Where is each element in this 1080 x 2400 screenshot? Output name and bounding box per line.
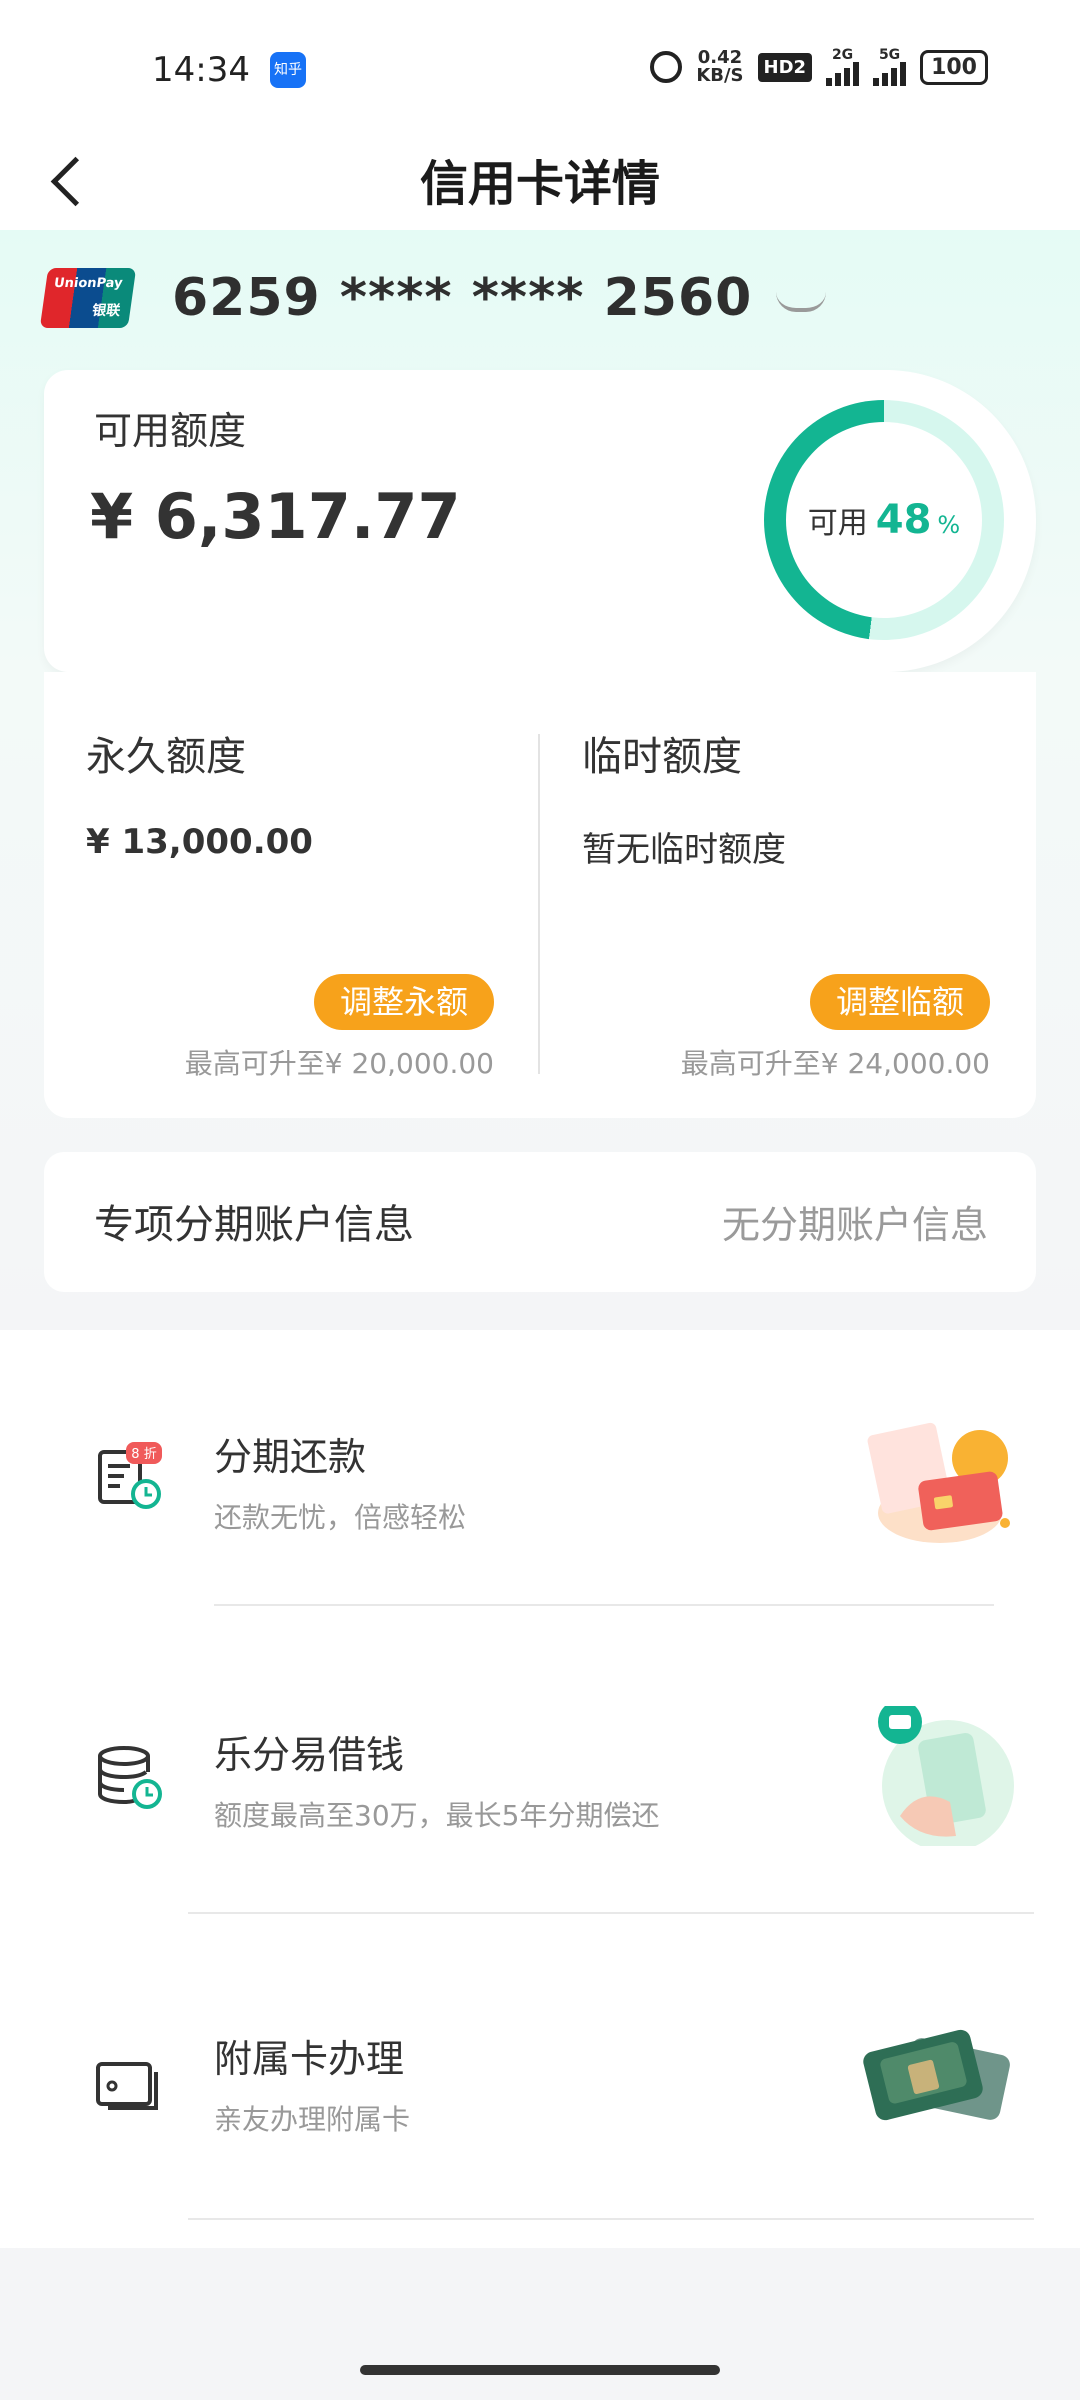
available-credit-card: 可用额度 ¥ 6,317.77 可用 48 %: [44, 370, 1036, 672]
ring-percent-sign: %: [937, 511, 961, 539]
service-supplementary-card[interactable]: 附属卡办理 亲友办理附属卡: [0, 1942, 1080, 2248]
hd-icon: HD2: [757, 52, 813, 82]
signal-5g-icon: 5G: [873, 48, 907, 86]
card-icon: [96, 2062, 158, 2110]
temporary-quota-title: 临时额度: [582, 734, 742, 780]
service-desc: 亲友办理附属卡: [214, 2103, 411, 2136]
service-installment-repayment[interactable]: 8 折 分期还款 还款无忧，倍感轻松: [0, 1330, 1080, 1636]
temporary-quota: 临时额度 暂无临时额度 调整临额 最高可升至¥ 24,000.00: [540, 672, 1036, 1118]
page-title: 信用卡详情: [419, 156, 660, 212]
installment-bill-icon: 8 折: [98, 1442, 162, 1509]
services-list: 8 折 分期还款 还款无忧，倍感轻松 乐分易借钱 额度最高至30万，最长5年分期…: [0, 1330, 1080, 2248]
battery-icon: 100: [920, 49, 988, 85]
ring-label: 可用: [807, 506, 868, 541]
available-credit-label: 可用额度: [94, 409, 247, 453]
ring-percent: 48: [875, 497, 932, 543]
network-speed: 0.42 KB/S: [696, 47, 744, 86]
eye-closed-icon[interactable]: [776, 292, 827, 312]
signal-2g-icon: 2G: [826, 48, 860, 86]
adjust-temporary-button[interactable]: 调整临额: [809, 974, 990, 1030]
available-credit-amount: ¥ 6,317.77: [90, 480, 461, 553]
service-name: 分期还款: [214, 1435, 367, 1479]
discount-badge: 8 折: [131, 1447, 156, 1462]
service-desc: 还款无忧，倍感轻松: [214, 1501, 467, 1534]
installment-illustration: [867, 1422, 1010, 1543]
installment-account-value: 无分期账户信息: [721, 1203, 988, 1247]
unionpay-logo: UnionPay 银联: [39, 268, 137, 328]
card-illustration: [863, 2029, 1010, 2121]
status-bar: 14:34 知乎 0.42 KB/S HD2 2G 5G 100: [0, 0, 1080, 130]
status-time: 14:34: [152, 50, 250, 90]
permanent-quota-title: 永久额度: [86, 734, 246, 780]
service-lefenyi-loan[interactable]: 乐分易借钱 额度最高至30万，最长5年分期偿还: [0, 1636, 1080, 1942]
temporary-quota-value: 暂无临时额度: [582, 830, 786, 870]
divider: [188, 1912, 1034, 1914]
coin-stack-icon: [98, 1746, 162, 1809]
permanent-quota-max: 最高可升至¥ 20,000.00: [184, 1047, 494, 1080]
card-number: 6259 **** **** 2560: [172, 268, 753, 328]
temporary-quota-max: 最高可升至¥ 24,000.00: [680, 1047, 990, 1080]
status-icons: 0.42 KB/S HD2 2G 5G 100: [650, 48, 988, 86]
zhihu-app-icon: 知乎: [270, 52, 306, 88]
header: 信用卡详情: [0, 130, 1080, 230]
permanent-quota-value: ¥ 13,000.00: [86, 822, 313, 862]
service-name: 乐分易借钱: [214, 1733, 405, 1777]
permanent-quota: 永久额度 ¥ 13,000.00 调整永额 最高可升至¥ 20,000.00: [44, 672, 540, 1118]
divider: [188, 2218, 1034, 2220]
adjust-permanent-button[interactable]: 调整永额: [313, 974, 494, 1030]
available-ratio-ring: 可用 48 %: [764, 400, 1004, 640]
installment-account-label: 专项分期账户信息: [94, 1202, 414, 1248]
quota-panel: 永久额度 ¥ 13,000.00 调整永额 最高可升至¥ 20,000.00 临…: [44, 672, 1036, 1118]
installment-account-row[interactable]: 专项分期账户信息 无分期账户信息: [44, 1152, 1036, 1292]
card-number-row: UnionPay 银联 6259 **** **** 2560: [39, 268, 827, 328]
service-name: 附属卡办理: [214, 2037, 405, 2081]
home-indicator[interactable]: [360, 2365, 720, 2375]
service-desc: 额度最高至30万，最长5年分期偿还: [214, 1799, 660, 1832]
loan-illustration: [878, 1706, 1014, 1846]
alarm-icon: [650, 51, 683, 83]
divider: [214, 1604, 994, 1606]
